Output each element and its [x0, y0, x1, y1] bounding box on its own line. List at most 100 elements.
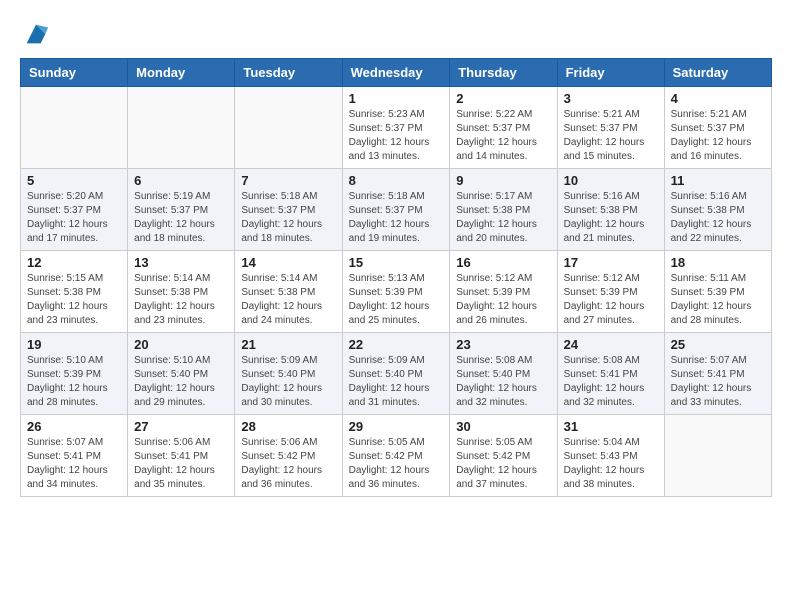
- calendar-day-cell: 29Sunrise: 5:05 AM Sunset: 5:42 PM Dayli…: [342, 415, 450, 497]
- day-info: Sunrise: 5:08 AM Sunset: 5:40 PM Dayligh…: [456, 354, 550, 410]
- calendar-header-row: SundayMondayTuesdayWednesdayThursdayFrid…: [21, 59, 772, 87]
- day-info: Sunrise: 5:07 AM Sunset: 5:41 PM Dayligh…: [27, 436, 121, 492]
- logo: [20, 20, 50, 48]
- calendar-day-cell: 30 Sunrise: 5:05 AM Sunset: 5:42 PM Dayli…: [450, 415, 557, 497]
- day-info: Sunrise: 5:15 AM Sunset: 5:38 PM Dayligh…: [27, 272, 121, 328]
- day-info: Sunrise: 5:21 AM Sunset: 5:37 PM Dayligh…: [564, 108, 658, 164]
- day-info: Sunrise: 5:19 AM Sunset: 5:37 PM Dayligh…: [134, 190, 228, 246]
- calendar-week-row: 5 Sunrise: 5:20 AM Sunset: 5:37 PM Daylig…: [21, 169, 772, 251]
- calendar-table: SundayMondayTuesdayWednesdayThursdayFrid…: [20, 58, 772, 497]
- calendar-day-cell: 19Sunrise: 5:10 AM Sunset: 5:39 PM Dayli…: [21, 333, 128, 415]
- calendar-day-cell: 26Sunrise: 5:07 AM Sunset: 5:41 PM Dayli…: [21, 415, 128, 497]
- logo-icon: [22, 20, 50, 48]
- day-info: Sunrise: 5:21 AM Sunset: 5:37 PM Dayligh…: [671, 108, 765, 164]
- calendar-day-cell: 5 Sunrise: 5:20 AM Sunset: 5:37 PM Daylig…: [21, 169, 128, 251]
- day-info: Sunrise: 5:09 AM Sunset: 5:40 PM Dayligh…: [241, 354, 335, 410]
- day-info: Sunrise: 5:18 AM Sunset: 5:37 PM Dayligh…: [349, 190, 444, 246]
- calendar-day-cell: 13 Sunrise: 5:14 AM Sunset: 5:38 PM Dayli…: [128, 251, 235, 333]
- page-header: [20, 20, 772, 48]
- day-info: Sunrise: 5:06 AM Sunset: 5:42 PM Dayligh…: [241, 436, 335, 492]
- calendar-week-row: 26Sunrise: 5:07 AM Sunset: 5:41 PM Dayli…: [21, 415, 772, 497]
- day-info: Sunrise: 5:07 AM Sunset: 5:41 PM Dayligh…: [671, 354, 765, 410]
- calendar-day-cell: 11 Sunrise: 5:16 AM Sunset: 5:38 PM Dayli…: [664, 169, 771, 251]
- calendar-day-cell: 7 Sunrise: 5:18 AM Sunset: 5:37 PM Daylig…: [235, 169, 342, 251]
- day-number: 22: [349, 337, 444, 352]
- day-info: Sunrise: 5:14 AM Sunset: 5:38 PM Dayligh…: [134, 272, 228, 328]
- day-info: Sunrise: 5:06 AM Sunset: 5:41 PM Dayligh…: [134, 436, 228, 492]
- calendar-day-cell: 31 Sunrise: 5:04 AM Sunset: 5:43 PM Dayli…: [557, 415, 664, 497]
- day-of-week-header: Monday: [128, 59, 235, 87]
- calendar-day-cell: 20 Sunrise: 5:10 AM Sunset: 5:40 PM Dayli…: [128, 333, 235, 415]
- day-number: 27: [134, 419, 228, 434]
- calendar-day-cell: 3 Sunrise: 5:21 AM Sunset: 5:37 PM Daylig…: [557, 87, 664, 169]
- day-number: 1: [349, 91, 444, 106]
- day-info: Sunrise: 5:12 AM Sunset: 5:39 PM Dayligh…: [564, 272, 658, 328]
- day-number: 13: [134, 255, 228, 270]
- day-of-week-header: Thursday: [450, 59, 557, 87]
- day-number: 4: [671, 91, 765, 106]
- day-info: Sunrise: 5:23 AM Sunset: 5:37 PM Dayligh…: [349, 108, 444, 164]
- day-info: Sunrise: 5:10 AM Sunset: 5:40 PM Dayligh…: [134, 354, 228, 410]
- day-number: 16: [456, 255, 550, 270]
- day-number: 11: [671, 173, 765, 188]
- day-info: Sunrise: 5:20 AM Sunset: 5:37 PM Dayligh…: [27, 190, 121, 246]
- day-info: Sunrise: 5:14 AM Sunset: 5:38 PM Dayligh…: [241, 272, 335, 328]
- day-number: 30: [456, 419, 550, 434]
- day-info: Sunrise: 5:16 AM Sunset: 5:38 PM Dayligh…: [564, 190, 658, 246]
- calendar-day-cell: 14 Sunrise: 5:14 AM Sunset: 5:38 PM Dayli…: [235, 251, 342, 333]
- day-info: Sunrise: 5:11 AM Sunset: 5:39 PM Dayligh…: [671, 272, 765, 328]
- day-number: 23: [456, 337, 550, 352]
- day-of-week-header: Tuesday: [235, 59, 342, 87]
- calendar-day-cell: 16 Sunrise: 5:12 AM Sunset: 5:39 PM Dayli…: [450, 251, 557, 333]
- day-info: Sunrise: 5:22 AM Sunset: 5:37 PM Dayligh…: [456, 108, 550, 164]
- day-number: 24: [564, 337, 658, 352]
- calendar-day-cell: 23 Sunrise: 5:08 AM Sunset: 5:40 PM Dayli…: [450, 333, 557, 415]
- calendar-day-cell: 1 Sunrise: 5:23 AM Sunset: 5:37 PM Daylig…: [342, 87, 450, 169]
- day-info: Sunrise: 5:10 AM Sunset: 5:39 PM Dayligh…: [27, 354, 121, 410]
- calendar-day-cell: 8 Sunrise: 5:18 AM Sunset: 5:37 PM Daylig…: [342, 169, 450, 251]
- day-number: 6: [134, 173, 228, 188]
- day-info: Sunrise: 5:04 AM Sunset: 5:43 PM Dayligh…: [564, 436, 658, 492]
- calendar-day-cell: [21, 87, 128, 169]
- calendar-day-cell: 6 Sunrise: 5:19 AM Sunset: 5:37 PM Daylig…: [128, 169, 235, 251]
- day-number: 12: [27, 255, 121, 270]
- day-number: 29: [349, 419, 444, 434]
- day-number: 10: [564, 173, 658, 188]
- day-info: Sunrise: 5:18 AM Sunset: 5:37 PM Dayligh…: [241, 190, 335, 246]
- day-number: 2: [456, 91, 550, 106]
- day-number: 17: [564, 255, 658, 270]
- day-number: 18: [671, 255, 765, 270]
- day-number: 8: [349, 173, 444, 188]
- day-number: 14: [241, 255, 335, 270]
- day-info: Sunrise: 5:13 AM Sunset: 5:39 PM Dayligh…: [349, 272, 444, 328]
- day-number: 3: [564, 91, 658, 106]
- day-of-week-header: Saturday: [664, 59, 771, 87]
- day-number: 21: [241, 337, 335, 352]
- day-info: Sunrise: 5:09 AM Sunset: 5:40 PM Dayligh…: [349, 354, 444, 410]
- day-number: 9: [456, 173, 550, 188]
- day-number: 25: [671, 337, 765, 352]
- calendar-day-cell: 10 Sunrise: 5:16 AM Sunset: 5:38 PM Dayli…: [557, 169, 664, 251]
- calendar-day-cell: 25 Sunrise: 5:07 AM Sunset: 5:41 PM Dayli…: [664, 333, 771, 415]
- calendar-day-cell: 17 Sunrise: 5:12 AM Sunset: 5:39 PM Dayli…: [557, 251, 664, 333]
- day-info: Sunrise: 5:16 AM Sunset: 5:38 PM Dayligh…: [671, 190, 765, 246]
- calendar-week-row: 1 Sunrise: 5:23 AM Sunset: 5:37 PM Daylig…: [21, 87, 772, 169]
- day-info: Sunrise: 5:17 AM Sunset: 5:38 PM Dayligh…: [456, 190, 550, 246]
- calendar-week-row: 12 Sunrise: 5:15 AM Sunset: 5:38 PM Dayli…: [21, 251, 772, 333]
- day-number: 20: [134, 337, 228, 352]
- day-number: 5: [27, 173, 121, 188]
- day-number: 31: [564, 419, 658, 434]
- calendar-day-cell: 4 Sunrise: 5:21 AM Sunset: 5:37 PM Daylig…: [664, 87, 771, 169]
- calendar-day-cell: [235, 87, 342, 169]
- day-of-week-header: Friday: [557, 59, 664, 87]
- calendar-day-cell: 21 Sunrise: 5:09 AM Sunset: 5:40 PM Dayli…: [235, 333, 342, 415]
- day-info: Sunrise: 5:05 AM Sunset: 5:42 PM Dayligh…: [456, 436, 550, 492]
- calendar-day-cell: 15Sunrise: 5:13 AM Sunset: 5:39 PM Dayli…: [342, 251, 450, 333]
- day-number: 7: [241, 173, 335, 188]
- calendar-day-cell: 2 Sunrise: 5:22 AM Sunset: 5:37 PM Daylig…: [450, 87, 557, 169]
- calendar-day-cell: [128, 87, 235, 169]
- day-number: 28: [241, 419, 335, 434]
- day-info: Sunrise: 5:12 AM Sunset: 5:39 PM Dayligh…: [456, 272, 550, 328]
- calendar-week-row: 19Sunrise: 5:10 AM Sunset: 5:39 PM Dayli…: [21, 333, 772, 415]
- calendar-day-cell: [664, 415, 771, 497]
